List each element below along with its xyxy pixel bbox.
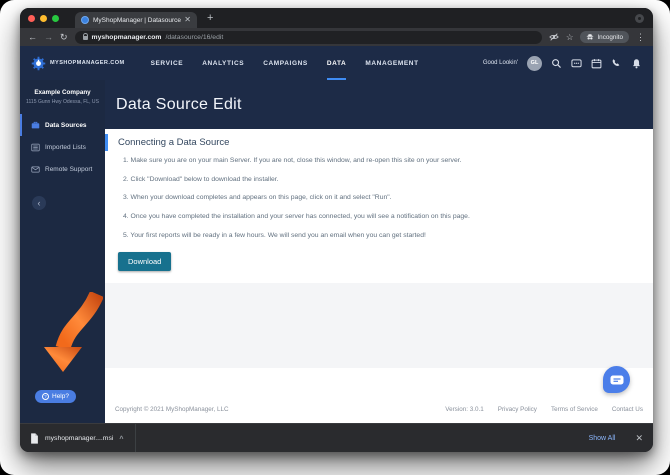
privacy-policy-link[interactable]: Privacy Policy bbox=[498, 406, 537, 413]
nav-item-data[interactable]: DATA bbox=[326, 46, 347, 80]
tab-title: MyShopManager | Datasource bbox=[93, 16, 182, 24]
url-bar[interactable]: myshopmanager.com/datasource/16/edit bbox=[74, 30, 542, 44]
forward-button[interactable]: → bbox=[44, 32, 53, 42]
close-window-button[interactable] bbox=[28, 15, 35, 22]
app-header: MyShopManager.Com SERVICE ANALYTICS CAMP… bbox=[20, 46, 653, 80]
sidebar-menu: Data Sources Imported Lists Remote Suppo… bbox=[20, 114, 105, 180]
new-tab-button[interactable]: + bbox=[207, 13, 213, 24]
page-title-bar: Data Source Edit bbox=[105, 80, 653, 129]
nav-item-analytics[interactable]: ANALYTICS bbox=[202, 46, 244, 80]
sidebar-item-label: Imported Lists bbox=[45, 143, 86, 151]
incognito-label: Incognito bbox=[597, 33, 623, 41]
browser-window: MyShopManager | Datasource ✕ + ← → ↻ mys… bbox=[20, 8, 653, 452]
chat-bubble-icon bbox=[610, 375, 623, 384]
help-label: Help? bbox=[52, 393, 69, 400]
download-button[interactable]: Download bbox=[118, 252, 172, 272]
list-icon bbox=[31, 143, 40, 151]
browser-menu-icon[interactable]: ⋮ bbox=[636, 32, 645, 42]
footer: Copyright © 2021 MyShopManager, LLC Vers… bbox=[105, 406, 653, 413]
instruction-step: 2. Click "Download" below to download th… bbox=[123, 175, 279, 183]
brand-name: MyShopManager.Com bbox=[50, 60, 125, 66]
footer-links: Version: 3.0.1 Privacy Policy Terms of S… bbox=[445, 406, 643, 413]
browser-tab[interactable]: MyShopManager | Datasource ✕ bbox=[75, 12, 197, 28]
briefcase-icon bbox=[31, 121, 40, 128]
browser-toolbar: ← → ↻ myshopmanager.com/datasource/16/ed… bbox=[20, 28, 653, 46]
sidebar-item-data-sources[interactable]: Data Sources bbox=[20, 114, 105, 136]
main-content: Data Source Edit Connecting a Data Sourc… bbox=[105, 80, 653, 423]
file-options-caret-icon[interactable]: ^ bbox=[119, 436, 123, 443]
sidebar-item-label: Remote Support bbox=[45, 165, 93, 173]
search-icon[interactable] bbox=[551, 58, 562, 69]
contact-us-link[interactable]: Contact Us bbox=[612, 406, 643, 413]
shelf-divider bbox=[135, 424, 137, 452]
bookmark-star-icon[interactable]: ☆ bbox=[566, 33, 574, 42]
site-favicon-icon bbox=[81, 16, 89, 24]
minimize-window-button[interactable] bbox=[40, 15, 47, 22]
downloaded-file-chip[interactable]: myshopmanager....msi ^ bbox=[30, 424, 123, 452]
page-title: Data Source Edit bbox=[116, 95, 242, 113]
gear-logo-icon bbox=[31, 56, 46, 70]
page-body: Example Company 1115 Gunn Hwy Odessa, FL… bbox=[20, 80, 653, 423]
sidebar-item-label: Data Sources bbox=[45, 121, 87, 129]
calendar-icon[interactable] bbox=[591, 58, 602, 69]
brand-logo[interactable]: MyShopManager.Com bbox=[31, 56, 125, 71]
show-all-button[interactable]: Show All bbox=[580, 432, 625, 445]
help-button[interactable]: ? Help? bbox=[35, 390, 76, 403]
sidebar-item-remote-support[interactable]: Remote Support bbox=[20, 158, 105, 180]
chat-widget-button[interactable] bbox=[603, 366, 630, 393]
instruction-step: 4. Once you have completed the installat… bbox=[123, 212, 470, 220]
instruction-step: 5. Your first reports will be ready in a… bbox=[123, 231, 426, 239]
shelf-close-icon[interactable]: ✕ bbox=[635, 433, 643, 443]
company-address: 1115 Gunn Hwy Odessa, FL, US bbox=[26, 99, 99, 105]
empty-section bbox=[105, 283, 653, 369]
zoom-window-button[interactable] bbox=[52, 15, 59, 22]
bell-icon[interactable] bbox=[631, 58, 642, 69]
instruction-step: 1. Make sure you are on your main Server… bbox=[123, 157, 462, 164]
back-button[interactable]: ← bbox=[28, 32, 37, 42]
user-avatar[interactable]: GL bbox=[527, 55, 542, 71]
nav-item-campaigns[interactable]: CAMPAIGNS bbox=[263, 46, 308, 80]
download-shelf: myshopmanager....msi ^ Show All ✕ bbox=[20, 423, 653, 452]
reload-button[interactable]: ↻ bbox=[60, 32, 68, 42]
primary-nav: SERVICE ANALYTICS CAMPAIGNS DATA MANAGEM… bbox=[151, 46, 419, 80]
download-filename: myshopmanager....msi bbox=[45, 434, 114, 442]
incognito-spy-icon bbox=[587, 34, 594, 40]
question-icon: ? bbox=[42, 393, 49, 400]
footer-zone: Copyright © 2021 MyShopManager, LLC Vers… bbox=[105, 366, 653, 423]
user-greeting: Good Lookin' bbox=[482, 60, 518, 66]
messages-icon[interactable] bbox=[571, 58, 582, 69]
terms-of-service-link[interactable]: Terms of Service bbox=[551, 406, 598, 413]
phone-icon[interactable] bbox=[611, 58, 622, 69]
file-icon bbox=[31, 432, 38, 444]
sidebar-item-imported-lists[interactable]: Imported Lists bbox=[20, 136, 105, 158]
envelope-icon bbox=[31, 166, 40, 172]
nav-item-management[interactable]: MANAGEMENT bbox=[365, 46, 418, 80]
sidebar-collapse-button[interactable]: ‹ bbox=[32, 196, 46, 210]
url-path: /datasource/16/edit bbox=[165, 33, 224, 41]
copyright-text: Copyright © 2021 MyShopManager, LLC bbox=[115, 406, 229, 413]
nav-item-service[interactable]: SERVICE bbox=[151, 46, 184, 80]
header-right-cluster: Good Lookin' GL bbox=[482, 55, 642, 71]
help-pointer-arrow bbox=[25, 290, 104, 388]
tab-strip: MyShopManager | Datasource ✕ + bbox=[20, 8, 653, 28]
sidebar: Example Company 1115 Gunn Hwy Odessa, FL… bbox=[20, 80, 105, 423]
window-controls bbox=[28, 15, 59, 22]
tab-close-icon[interactable]: ✕ bbox=[184, 16, 191, 24]
connect-datasource-card: Connecting a Data Source 1. Make sure yo… bbox=[105, 129, 653, 284]
instruction-step: 3. When your download completes and appe… bbox=[123, 194, 392, 202]
tab-search-icon[interactable] bbox=[635, 14, 644, 23]
version-text: Version: 3.0.1 bbox=[445, 406, 484, 413]
shelf-right-cluster: Show All ✕ bbox=[580, 432, 643, 445]
url-domain: myshopmanager.com bbox=[91, 33, 162, 41]
card-title: Connecting a Data Source bbox=[118, 137, 230, 148]
company-name: Example Company bbox=[34, 89, 91, 96]
screenshot-canvas: MyShopManager | Datasource ✕ + ← → ↻ mys… bbox=[0, 0, 670, 475]
incognito-badge: Incognito bbox=[580, 31, 629, 43]
lock-icon bbox=[82, 33, 88, 40]
eye-off-icon[interactable] bbox=[549, 32, 559, 42]
